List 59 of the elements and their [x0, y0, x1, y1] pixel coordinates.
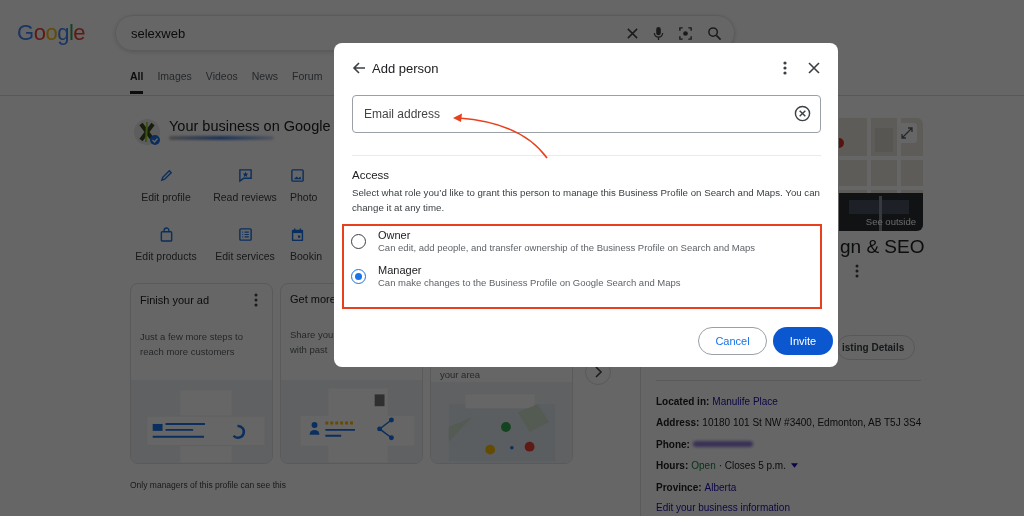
email-field[interactable]: Email address	[352, 95, 821, 133]
search-tab[interactable]: All	[130, 70, 144, 94]
info-label: Phone:	[656, 437, 690, 452]
google-logo[interactable]: Google	[17, 20, 115, 46]
info-label: Province:	[656, 480, 702, 495]
section-title: Access	[352, 169, 391, 181]
card-text: reach more customers	[140, 345, 236, 359]
info-link[interactable]: Manulife Place	[712, 390, 778, 412]
action-link[interactable]: Edit products	[135, 250, 197, 262]
action-link[interactable]: Bookin	[290, 250, 323, 262]
hours-text: · Closes 5 p.m.	[718, 459, 786, 473]
close-icon[interactable]	[807, 61, 821, 75]
search-tab[interactable]: Forum	[292, 70, 323, 94]
info-label: Located in:	[656, 394, 710, 409]
photo-caption[interactable]: See outside	[865, 215, 916, 227]
action-link[interactable]: Edit services	[215, 250, 275, 262]
info-label: Hours:	[656, 459, 689, 473]
list-icon	[237, 227, 253, 242]
edit-link[interactable]: Edit your business information	[656, 500, 922, 516]
blurred-phone	[692, 441, 753, 448]
calendar-icon	[290, 227, 305, 242]
role-description: Can edit, add people, and transfer ownership of the Business Profile on Search and Maps	[378, 242, 756, 253]
review-icon	[237, 168, 253, 183]
details-button[interactable]: isting Details	[837, 334, 916, 360]
section-title: Your business on Google	[169, 118, 331, 134]
business-logo-icon	[133, 118, 161, 146]
business-name: gn & SEO	[840, 235, 925, 258]
search-tab[interactable]: Images	[157, 70, 192, 94]
card-text: Share you	[290, 328, 335, 342]
back-icon[interactable]	[351, 60, 367, 76]
dialog-title: Add person	[372, 60, 440, 76]
info-link[interactable]: Alberta	[704, 476, 737, 498]
role-label: Manager	[378, 264, 423, 276]
action-link[interactable]: Edit profile	[141, 191, 191, 203]
card-text: your area	[440, 368, 482, 382]
photo-icon	[290, 168, 305, 183]
action-link[interactable]: Read reviews	[213, 191, 277, 203]
footnote: Only managers of this profile can see this	[130, 480, 287, 490]
role-label: Owner	[378, 229, 412, 241]
pencil-icon	[158, 168, 174, 183]
microphone-icon[interactable]	[653, 25, 664, 41]
open-status: Open	[691, 459, 716, 473]
search-tab[interactable]: News	[251, 70, 279, 94]
description-text: Select what role you’d like to grant this person to manage this Business Profile on Search and Maps. You can change it at any time.	[352, 186, 821, 215]
card-title: Finish your ad	[140, 294, 210, 306]
card-text: with past	[290, 343, 329, 357]
role-description: Can make changes to the Business Profile on Google Search and Maps	[378, 277, 681, 288]
clear-icon[interactable]	[794, 105, 811, 122]
info-label: Address:	[656, 416, 700, 430]
action-link[interactable]: Photo	[290, 191, 318, 203]
more-icon[interactable]	[783, 61, 787, 75]
bag-icon	[158, 227, 174, 242]
dropdown-icon[interactable]	[790, 463, 798, 469]
invite-button[interactable]: Invite	[773, 327, 833, 355]
cancel-button[interactable]: Cancel	[698, 327, 767, 355]
search-tab[interactable]: Videos	[205, 70, 238, 94]
camera-icon[interactable]	[678, 25, 693, 41]
search-icon[interactable]	[707, 25, 722, 41]
info-value: 10180 101 St NW #3400, Edmonton, AB T5J 3S4	[702, 416, 922, 430]
